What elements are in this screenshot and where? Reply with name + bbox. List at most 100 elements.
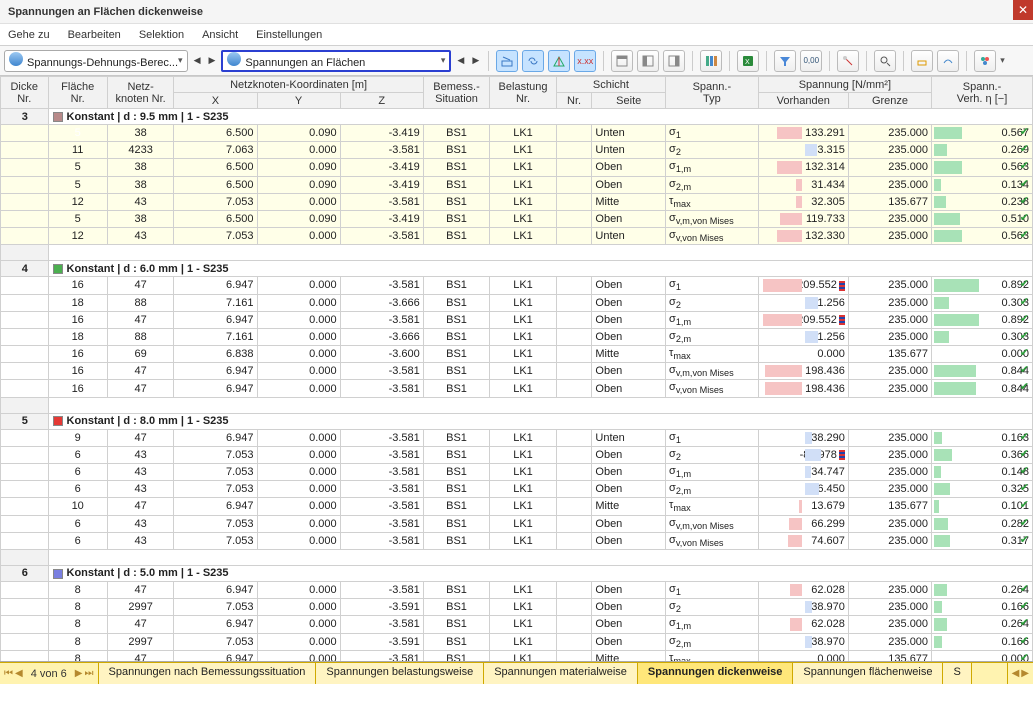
cell-y[interactable]: 0.000 bbox=[257, 633, 340, 650]
col-verh[interactable]: Spann.-Verh. η [−] bbox=[932, 77, 1033, 109]
col-koord[interactable]: Netzknoten-Koordinaten [m] bbox=[174, 77, 423, 93]
cell-bem[interactable]: BS1 bbox=[423, 311, 490, 328]
cell-x[interactable]: 6.947 bbox=[174, 311, 257, 328]
col-dicke[interactable]: DickeNr. bbox=[1, 77, 49, 109]
cell-netz[interactable]: 38 bbox=[107, 210, 174, 227]
cell-seite[interactable]: Oben bbox=[592, 532, 666, 549]
cell-schicht-nr[interactable] bbox=[556, 380, 592, 397]
cell-flache[interactable]: 5 bbox=[48, 176, 107, 193]
cell-seite[interactable]: Oben bbox=[592, 380, 666, 397]
cell-ratio[interactable]: 0.563 ✔ bbox=[932, 228, 1033, 245]
cell-flache[interactable]: 6 bbox=[48, 446, 107, 463]
cell-bem[interactable]: BS1 bbox=[423, 193, 490, 210]
cell-flache[interactable]: 10 bbox=[48, 498, 107, 515]
cell-grenze[interactable]: 235.000 bbox=[848, 380, 931, 397]
cell-ratio[interactable]: 0.317 ✔ bbox=[932, 532, 1033, 549]
cell-y[interactable]: 0.000 bbox=[257, 429, 340, 446]
cell-bem[interactable]: BS1 bbox=[423, 380, 490, 397]
cell-z[interactable]: -3.666 bbox=[340, 294, 423, 311]
cell-seite[interactable]: Oben bbox=[592, 294, 666, 311]
cell-vorhanden[interactable]: 198.436 bbox=[758, 380, 848, 397]
col-spannung[interactable]: Spannung [N/mm²] bbox=[758, 77, 931, 93]
cell-seite[interactable]: Oben bbox=[592, 277, 666, 294]
table-row[interactable]: 5 38 6.500 0.090 -3.419 BS1 LK1 Unten σ1… bbox=[1, 125, 1033, 142]
cell-grenze[interactable]: 235.000 bbox=[848, 125, 931, 142]
cell-bem[interactable]: BS1 bbox=[423, 446, 490, 463]
cell-ratio[interactable]: 0.264 ✔ bbox=[932, 581, 1033, 598]
cell-ratio[interactable]: 0.282 ✔ bbox=[932, 515, 1033, 532]
cell-vorhanden[interactable]: 0.000 bbox=[758, 650, 848, 662]
col-bem[interactable]: Bemess.-Situation bbox=[423, 77, 490, 109]
cell-ratio[interactable]: 0.134 ✔ bbox=[932, 176, 1033, 193]
view-rubber-band-button[interactable] bbox=[496, 50, 518, 72]
cell-grenze[interactable]: 135.677 bbox=[848, 498, 931, 515]
cell-seite[interactable]: Oben bbox=[592, 599, 666, 616]
cell-x[interactable]: 7.161 bbox=[174, 328, 257, 345]
cell-vorhanden[interactable]: 62.028 bbox=[758, 616, 848, 633]
cell-flache[interactable]: 12 bbox=[48, 193, 107, 210]
cell-flache[interactable]: 16 bbox=[48, 311, 107, 328]
col-vorh[interactable]: Vorhanden bbox=[758, 93, 848, 109]
cell-flache[interactable]: 18 bbox=[48, 294, 107, 311]
cell-x[interactable]: 6.947 bbox=[174, 498, 257, 515]
cell-vorhanden[interactable]: 209.552 bbox=[758, 277, 848, 294]
cell-bem[interactable]: BS1 bbox=[423, 210, 490, 227]
cell-typ[interactable]: σ2 bbox=[666, 142, 759, 159]
cell-netz[interactable]: 47 bbox=[107, 311, 174, 328]
tab-last-button[interactable]: ⏭ bbox=[85, 668, 94, 679]
cell-typ[interactable]: σv,m,von Mises bbox=[666, 515, 759, 532]
cell-netz[interactable]: 47 bbox=[107, 581, 174, 598]
table-row[interactable]: 16 69 6.838 0.000 -3.600 BS1 LK1 Mitte τ… bbox=[1, 346, 1033, 363]
table-row[interactable]: 5 38 6.500 0.090 -3.419 BS1 LK1 Oben σ1,… bbox=[1, 159, 1033, 176]
tab-3[interactable]: Spannungen dickenweise bbox=[638, 663, 793, 684]
table-row[interactable]: 16 47 6.947 0.000 -3.581 BS1 LK1 Oben σ1… bbox=[1, 311, 1033, 328]
cell-vorhanden[interactable]: 198.436 bbox=[758, 363, 848, 380]
cell-bel[interactable]: LK1 bbox=[490, 380, 557, 397]
cell-seite[interactable]: Unten bbox=[592, 125, 666, 142]
cell-bel[interactable]: LK1 bbox=[490, 210, 557, 227]
cell-x[interactable]: 6.947 bbox=[174, 429, 257, 446]
cell-typ[interactable]: σ2 bbox=[666, 446, 759, 463]
cell-z[interactable]: -3.581 bbox=[340, 311, 423, 328]
cell-y[interactable]: 0.000 bbox=[257, 515, 340, 532]
cell-schicht-nr[interactable] bbox=[556, 210, 592, 227]
cell-y[interactable]: 0.090 bbox=[257, 159, 340, 176]
tab-0[interactable]: Spannungen nach Bemessungssituation bbox=[99, 663, 317, 684]
cell-grenze[interactable]: 235.000 bbox=[848, 532, 931, 549]
cell-schicht-nr[interactable] bbox=[556, 633, 592, 650]
cell-x[interactable]: 6.947 bbox=[174, 380, 257, 397]
cell-y[interactable]: 0.000 bbox=[257, 142, 340, 159]
cell-x[interactable]: 7.053 bbox=[174, 633, 257, 650]
table-row[interactable]: 18 88 7.161 0.000 -3.666 BS1 LK1 Oben σ2… bbox=[1, 328, 1033, 345]
cell-netz[interactable]: 47 bbox=[107, 650, 174, 662]
cell-ratio[interactable]: 0.000 ✔ bbox=[932, 650, 1033, 662]
cell-grenze[interactable]: 235.000 bbox=[848, 311, 931, 328]
cell-bem[interactable]: BS1 bbox=[423, 515, 490, 532]
menu-selektion[interactable]: Selektion bbox=[139, 29, 184, 41]
cell-bel[interactable]: LK1 bbox=[490, 616, 557, 633]
cell-x[interactable]: 6.947 bbox=[174, 616, 257, 633]
cell-y[interactable]: 0.090 bbox=[257, 176, 340, 193]
table-row[interactable]: 6 43 7.053 0.000 -3.581 BS1 LK1 Oben σv,… bbox=[1, 532, 1033, 549]
cell-seite[interactable]: Oben bbox=[592, 464, 666, 481]
cell-x[interactable]: 7.053 bbox=[174, 532, 257, 549]
cell-x[interactable]: 6.947 bbox=[174, 650, 257, 662]
col-bel[interactable]: BelastungNr. bbox=[490, 77, 557, 109]
cell-vorhanden[interactable]: -85.978 bbox=[758, 446, 848, 463]
table-row[interactable]: 9 47 6.947 0.000 -3.581 BS1 LK1 Unten σ1… bbox=[1, 429, 1033, 446]
tab-scroll-right[interactable]: ▶ bbox=[1021, 668, 1029, 679]
cell-x[interactable]: 6.838 bbox=[174, 346, 257, 363]
cell-schicht-nr[interactable] bbox=[556, 515, 592, 532]
cell-bem[interactable]: BS1 bbox=[423, 346, 490, 363]
menu-ansicht[interactable]: Ansicht bbox=[202, 29, 238, 41]
cell-schicht-nr[interactable] bbox=[556, 125, 592, 142]
tab-first-button[interactable]: ⏮ bbox=[4, 668, 13, 679]
cell-vorhanden[interactable]: 119.733 bbox=[758, 210, 848, 227]
table-row[interactable]: 6 43 7.053 0.000 -3.581 BS1 LK1 Oben σ1,… bbox=[1, 464, 1033, 481]
cell-flache[interactable]: 8 bbox=[48, 650, 107, 662]
layout-1-button[interactable] bbox=[611, 50, 633, 72]
cell-typ[interactable]: σv,m,von Mises bbox=[666, 363, 759, 380]
cell-y[interactable]: 0.000 bbox=[257, 346, 340, 363]
cell-x[interactable]: 6.947 bbox=[174, 277, 257, 294]
cell-flache[interactable]: 11 bbox=[48, 142, 107, 159]
